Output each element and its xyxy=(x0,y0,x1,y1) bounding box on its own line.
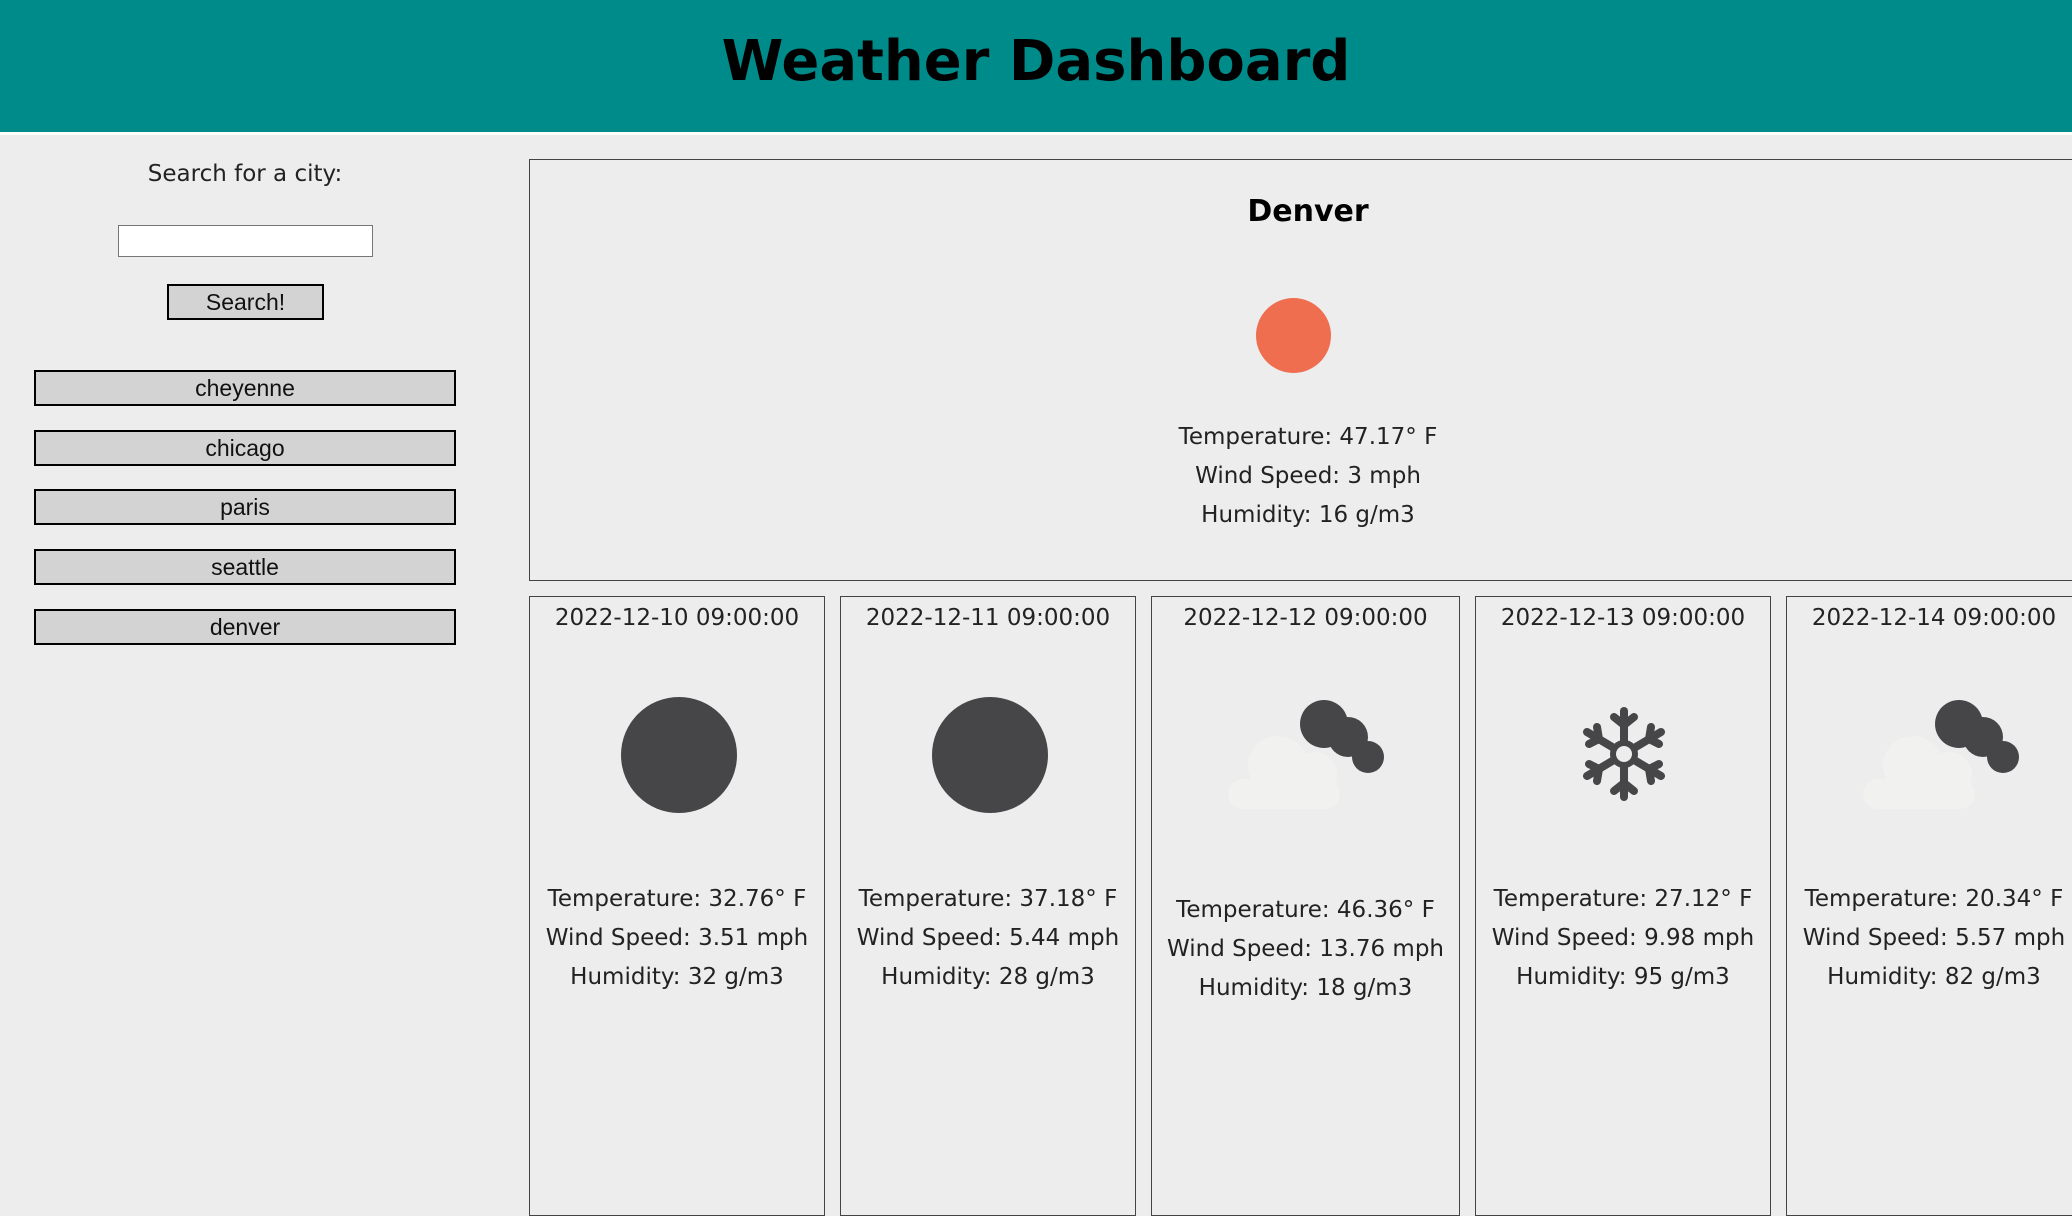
forecast-humidity: Humidity: 82 g/m3 xyxy=(1827,964,2041,990)
forecast-humidity: Humidity: 28 g/m3 xyxy=(881,964,1095,990)
forecast-card: 2022-12-11 09:00:00 Temperature: 37.18° … xyxy=(840,596,1136,1216)
current-weather-panel: Denver Temperature: 47.17° F Wind Speed:… xyxy=(529,159,2072,581)
forecast-humidity: Humidity: 32 g/m3 xyxy=(570,964,784,990)
forecast-card: 2022-12-10 09:00:00 Temperature: 32.76° … xyxy=(529,596,825,1216)
forecast-card: 2022-12-13 09:00:00 Temperature: 27.12° … xyxy=(1475,596,1771,1216)
city-search-input[interactable] xyxy=(118,225,373,257)
forecast-humidity: Humidity: 95 g/m3 xyxy=(1516,964,1730,990)
current-city-name: Denver xyxy=(1247,194,1369,229)
forecast-temperature: Temperature: 46.36° F xyxy=(1176,897,1435,923)
history-button-denver[interactable]: denver xyxy=(34,609,456,645)
partly-cloudy-night-icon xyxy=(1228,700,1384,809)
search-label: Search for a city: xyxy=(147,161,343,187)
clear-sky-night-icon xyxy=(621,697,737,813)
clear-sky-night-icon xyxy=(932,697,1048,813)
forecast-temperature: Temperature: 32.76° F xyxy=(547,886,807,912)
forecast-date: 2022-12-14 09:00:00 xyxy=(1811,605,2057,631)
page-title: Weather Dashboard xyxy=(721,29,1351,94)
forecast-card: 2022-12-14 09:00:00 Temperature: 20.34° … xyxy=(1786,596,2072,1216)
forecast-date: 2022-12-10 09:00:00 xyxy=(554,605,800,631)
forecast-temperature: Temperature: 20.34° F xyxy=(1804,886,2064,912)
current-wind-speed: Wind Speed: 3 mph xyxy=(1195,463,1421,489)
forecast-temperature: Temperature: 27.12° F xyxy=(1493,886,1753,912)
snow-icon xyxy=(1583,707,1665,801)
forecast-wind-speed: Wind Speed: 3.51 mph xyxy=(545,925,809,951)
forecast-wind-speed: Wind Speed: 5.44 mph xyxy=(856,925,1120,951)
forecast-wind-speed: Wind Speed: 9.98 mph xyxy=(1491,925,1755,951)
current-temperature: Temperature: 47.17° F xyxy=(1178,424,1438,450)
history-button-chicago[interactable]: chicago xyxy=(34,430,456,466)
clear-sky-day-icon xyxy=(1256,298,1331,373)
page-header: Weather Dashboard xyxy=(0,0,2072,135)
forecast-wind-speed: Wind Speed: 13.76 mph xyxy=(1166,936,1444,962)
forecast-date: 2022-12-11 09:00:00 xyxy=(865,605,1111,631)
history-button-seattle[interactable]: seattle xyxy=(34,549,456,585)
history-button-paris[interactable]: paris xyxy=(34,489,456,525)
forecast-wind-speed: Wind Speed: 5.57 mph xyxy=(1802,925,2066,951)
search-button[interactable]: Search! xyxy=(167,284,324,320)
partly-cloudy-night-icon xyxy=(1863,700,2019,809)
current-humidity: Humidity: 16 g/m3 xyxy=(1201,502,1415,528)
forecast-date: 2022-12-13 09:00:00 xyxy=(1500,605,1746,631)
forecast-card: 2022-12-12 09:00:00 Temperature: 46.36° … xyxy=(1151,596,1460,1216)
search-sidebar: Search for a city: Search! cheyenne chic… xyxy=(0,137,490,1200)
forecast-date: 2022-12-12 09:00:00 xyxy=(1183,605,1428,631)
forecast-temperature: Temperature: 37.18° F xyxy=(858,886,1118,912)
history-button-cheyenne[interactable]: cheyenne xyxy=(34,370,456,406)
forecast-humidity: Humidity: 18 g/m3 xyxy=(1198,975,1413,1001)
